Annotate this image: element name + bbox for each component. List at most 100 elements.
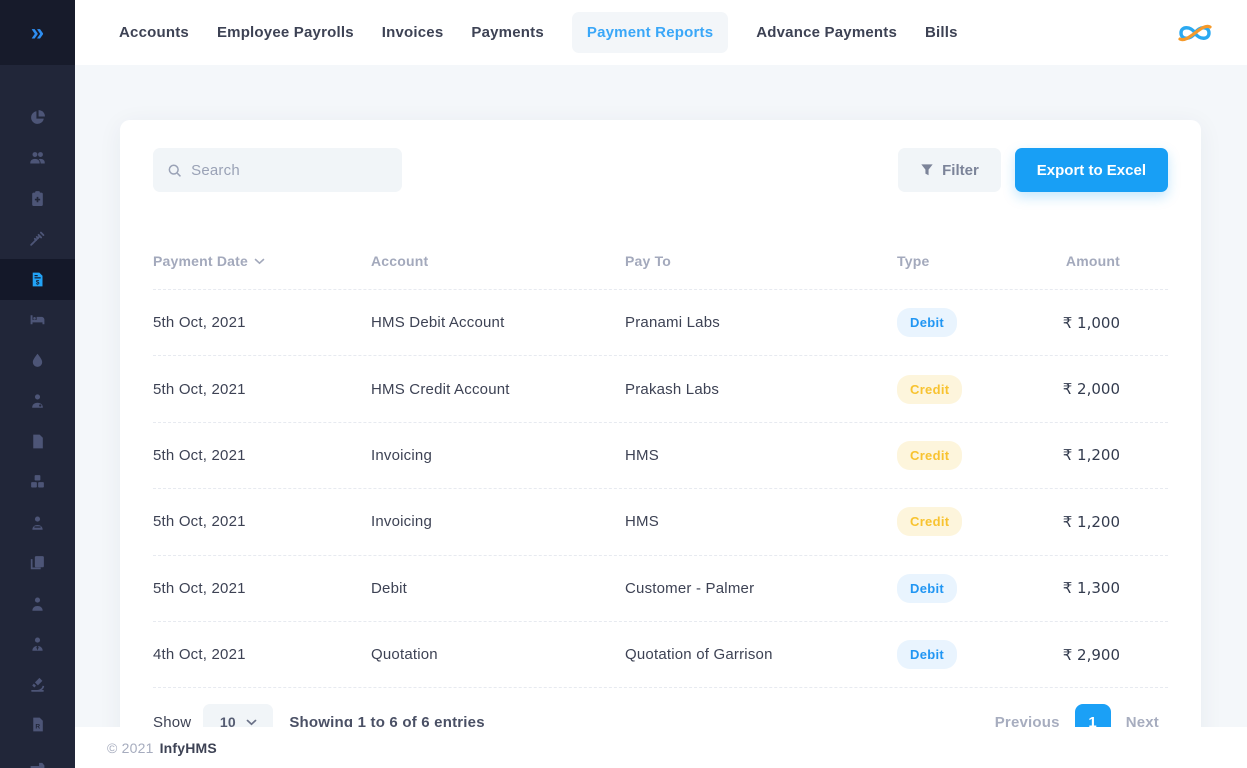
table-row[interactable]: 5th Oct, 2021 Invoicing HMS Credit ₹ 1,2… — [153, 489, 1168, 555]
cell-type: Debit — [897, 574, 1010, 603]
search-input[interactable] — [191, 162, 388, 179]
cell-type: Credit — [897, 441, 1010, 470]
sidebar-item-accountants[interactable] — [0, 624, 75, 665]
filter-button[interactable]: Filter — [898, 148, 1001, 192]
cell-pay-to: HMS — [625, 447, 897, 464]
table-body: 5th Oct, 2021 HMS Debit Account Pranami … — [153, 290, 1168, 688]
nav-invoices[interactable]: Invoices — [382, 24, 444, 41]
cell-payment-date: 5th Oct, 2021 — [153, 314, 371, 331]
column-header-amount[interactable]: Amount — [1010, 253, 1168, 269]
cell-account: Debit — [371, 580, 625, 597]
brand-logo[interactable] — [1173, 18, 1217, 48]
cell-pay-to: Prakash Labs — [625, 381, 897, 398]
medical-clipboard-icon — [29, 190, 46, 207]
nav-bills[interactable]: Bills — [925, 24, 958, 41]
nav-payment-reports[interactable]: Payment Reports — [572, 12, 728, 53]
sidebar-item-documents[interactable] — [0, 421, 75, 462]
copyright-text: © 2021 — [107, 740, 154, 756]
cell-type: Credit — [897, 375, 1010, 404]
table-row[interactable]: 5th Oct, 2021 HMS Debit Account Pranami … — [153, 290, 1168, 356]
cell-payment-date: 5th Oct, 2021 — [153, 381, 371, 398]
sort-chevron-icon — [254, 258, 265, 265]
cell-amount: ₹ 2,900 — [1010, 646, 1168, 664]
column-header-account[interactable]: Account — [371, 253, 625, 269]
syringe-icon — [29, 230, 46, 247]
export-to-excel-button[interactable]: Export to Excel — [1015, 148, 1168, 192]
chevron-down-icon — [246, 719, 257, 726]
cell-amount: ₹ 2,000 — [1010, 380, 1168, 398]
bed-icon — [29, 311, 46, 328]
svg-text:R: R — [35, 724, 40, 731]
type-badge: Debit — [897, 574, 957, 603]
billing-invoice-icon: $ — [29, 271, 46, 288]
sidebar-item-patients[interactable] — [0, 502, 75, 543]
payment-reports-card: Filter Export to Excel Payment Date Acco… — [120, 120, 1201, 768]
case-files-icon — [29, 554, 46, 571]
type-badge: Debit — [897, 640, 957, 669]
nav-advance-payments[interactable]: Advance Payments — [756, 24, 897, 41]
search-box[interactable] — [153, 148, 402, 192]
prescription-icon: R — [29, 716, 46, 733]
cell-account: HMS Credit Account — [371, 381, 625, 398]
nav-payments[interactable]: Payments — [471, 24, 543, 41]
user-icon — [29, 595, 46, 612]
svg-text:$: $ — [36, 279, 40, 286]
sidebar-toggle-button[interactable]: » — [0, 0, 75, 65]
cell-amount: ₹ 1,300 — [1010, 579, 1168, 597]
cell-payment-date: 5th Oct, 2021 — [153, 447, 371, 464]
cell-amount: ₹ 1,000 — [1010, 314, 1168, 332]
blood-drop-icon — [29, 352, 46, 369]
sidebar-item-pathology[interactable] — [0, 664, 75, 705]
nav-employee-payrolls[interactable]: Employee Payrolls — [217, 24, 354, 41]
cell-account: HMS Debit Account — [371, 314, 625, 331]
sidebar-item-ambulance[interactable] — [0, 745, 75, 768]
sidebar-item-billing[interactable]: $ — [0, 259, 75, 300]
table-header-row: Payment Date Account Pay To Type Amount — [153, 253, 1168, 290]
sidebar-item-vaccination[interactable] — [0, 219, 75, 260]
doctor-icon — [29, 392, 46, 409]
cell-payment-date: 5th Oct, 2021 — [153, 513, 371, 530]
table-row[interactable]: 4th Oct, 2021 Quotation Quotation of Gar… — [153, 622, 1168, 688]
top-navigation-bar: Accounts Employee Payrolls Invoices Paym… — [75, 0, 1247, 65]
sidebar-menu: $ R — [0, 65, 75, 768]
sidebar-item-staff[interactable] — [0, 583, 75, 624]
sidebar-item-medical[interactable] — [0, 178, 75, 219]
cell-pay-to: HMS — [625, 513, 897, 530]
column-header-type[interactable]: Type — [897, 253, 1010, 269]
sidebar: » $ R — [0, 0, 75, 768]
cell-account: Quotation — [371, 646, 625, 663]
sidebar-item-doctors[interactable] — [0, 381, 75, 422]
sidebar-item-users[interactable] — [0, 138, 75, 179]
cell-pay-to: Quotation of Garrison — [625, 646, 897, 663]
search-icon — [167, 162, 182, 179]
cell-amount: ₹ 1,200 — [1010, 446, 1168, 464]
cell-account: Invoicing — [371, 513, 625, 530]
table-row[interactable]: 5th Oct, 2021 HMS Credit Account Prakash… — [153, 356, 1168, 422]
cell-payment-date: 5th Oct, 2021 — [153, 580, 371, 597]
type-badge: Credit — [897, 507, 962, 536]
module-nav: Accounts Employee Payrolls Invoices Paym… — [119, 12, 958, 53]
sidebar-item-dashboard[interactable] — [0, 97, 75, 138]
sidebar-item-case-files[interactable] — [0, 543, 75, 584]
sidebar-item-prescriptions[interactable]: R — [0, 705, 75, 746]
cell-type: Credit — [897, 507, 1010, 536]
column-header-payment-date[interactable]: Payment Date — [153, 253, 371, 269]
cell-type: Debit — [897, 640, 1010, 669]
type-badge: Debit — [897, 308, 957, 337]
filter-label: Filter — [942, 162, 979, 179]
accountant-icon — [29, 635, 46, 652]
table-row[interactable]: 5th Oct, 2021 Debit Customer - Palmer De… — [153, 556, 1168, 622]
users-icon — [29, 149, 46, 166]
inventory-boxes-icon — [29, 473, 46, 490]
payments-table: Payment Date Account Pay To Type Amount … — [153, 253, 1168, 688]
nav-accounts[interactable]: Accounts — [119, 24, 189, 41]
sidebar-item-inventory[interactable] — [0, 462, 75, 503]
cell-account: Invoicing — [371, 447, 625, 464]
sidebar-item-blood-bank[interactable] — [0, 340, 75, 381]
infinity-logo-icon — [1173, 18, 1217, 48]
sidebar-item-bed-management[interactable] — [0, 300, 75, 341]
column-header-pay-to[interactable]: Pay To — [625, 253, 897, 269]
cell-pay-to: Pranami Labs — [625, 314, 897, 331]
cell-type: Debit — [897, 308, 1010, 337]
table-row[interactable]: 5th Oct, 2021 Invoicing HMS Credit ₹ 1,2… — [153, 423, 1168, 489]
